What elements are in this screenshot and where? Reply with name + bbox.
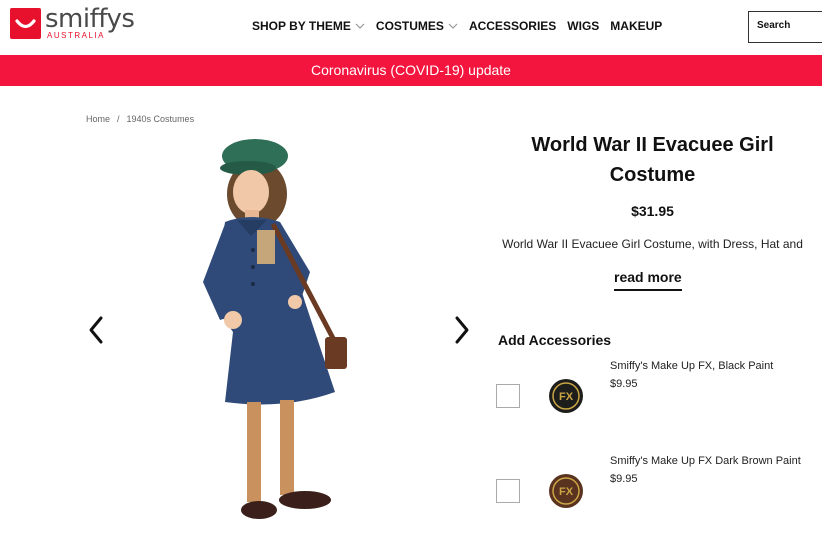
nav-wigs[interactable]: WIGS — [567, 19, 599, 33]
nav-label: ACCESSORIES — [468, 19, 557, 33]
nav-costumes[interactable]: COSTUMES — [376, 19, 458, 33]
accessory-name[interactable]: Smiffy's Make Up FX Dark Brown Paint — [610, 455, 801, 467]
breadcrumb: Home / 1940s Costumes — [86, 114, 194, 124]
product-title: World War II Evacuee Girl Costume — [531, 134, 774, 186]
product-price: $31.95 — [631, 203, 674, 219]
main-nav: SHOP BY THEME COSTUMES ACCESSORIES WIGS … — [252, 19, 673, 33]
accessory-item: FX Smiffy's Make Up FX, Black Paint $9.9… — [496, 360, 816, 420]
covid-update-banner[interactable]: Coronavirus (COVID-19) update — [0, 55, 822, 86]
accessory-checkbox[interactable] — [496, 479, 520, 503]
chevron-right-icon[interactable] — [452, 315, 472, 345]
nav-label: COSTUMES — [375, 19, 444, 33]
read-more-link[interactable]: read more — [614, 269, 682, 291]
chevron-left-icon[interactable] — [86, 315, 106, 345]
chevron-down-icon — [448, 23, 458, 29]
smiffys-logo[interactable]: smiffys AUSTRALIA — [10, 4, 135, 40]
makeup-pot-icon[interactable]: FX — [548, 473, 584, 509]
nav-label: WIGS — [567, 19, 600, 33]
svg-text:FX: FX — [559, 486, 574, 498]
makeup-pot-icon[interactable]: FX — [548, 378, 584, 414]
accessory-checkbox[interactable] — [496, 384, 520, 408]
search-input[interactable]: Search — [748, 11, 822, 43]
breadcrumb-separator: / — [117, 114, 120, 124]
nav-accessories[interactable]: ACCESSORIES — [469, 19, 556, 33]
nav-label: MAKEUP — [610, 19, 663, 33]
nav-makeup[interactable]: MAKEUP — [610, 19, 662, 33]
logo-wordmark: smiffys — [45, 4, 135, 34]
accessory-price: $9.95 — [610, 473, 638, 485]
nav-shop-by-theme[interactable]: SHOP BY THEME — [252, 19, 365, 33]
breadcrumb-home[interactable]: Home — [86, 114, 110, 124]
site-header: smiffys AUSTRALIA SHOP BY THEME COSTUMES… — [0, 0, 822, 55]
product-image[interactable] — [185, 132, 365, 532]
logo-mark-icon — [10, 8, 41, 39]
breadcrumb-current[interactable]: 1940s Costumes — [127, 114, 195, 124]
accessory-price: $9.95 — [610, 378, 638, 390]
accessory-name[interactable]: Smiffy's Make Up FX, Black Paint — [610, 360, 773, 372]
nav-label: SHOP BY THEME — [252, 19, 351, 33]
chevron-down-icon — [355, 23, 365, 29]
product-description: World War II Evacuee Girl Costume, with … — [502, 237, 803, 251]
accessory-item: FX Smiffy's Make Up FX Dark Brown Paint … — [496, 455, 816, 515]
accessories-heading: Add Accessories — [498, 332, 612, 348]
svg-text:FX: FX — [559, 391, 574, 403]
